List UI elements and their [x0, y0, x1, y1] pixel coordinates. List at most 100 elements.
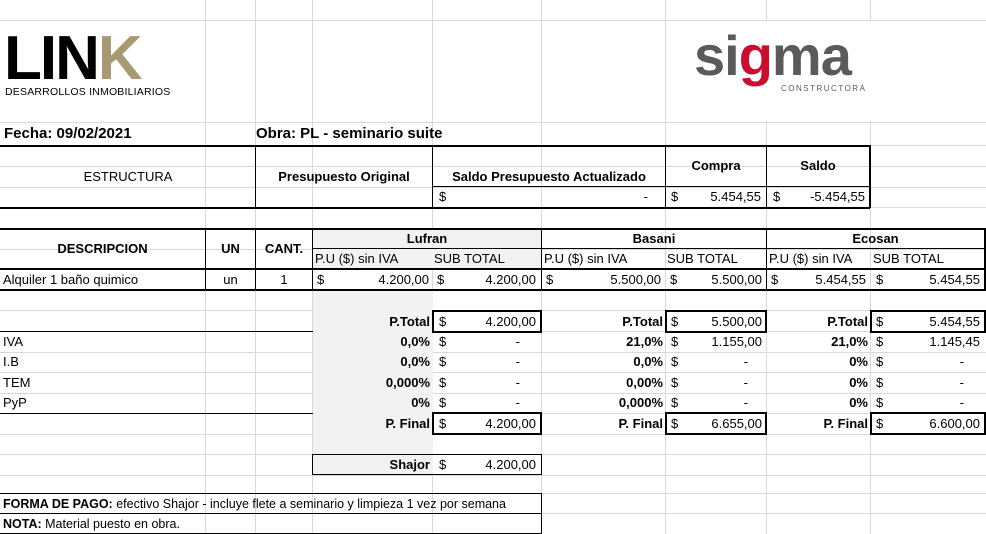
- lufran-pu-header: P.U ($) sin IVA: [315, 251, 399, 266]
- ecosan-pu-value: 5.454,55: [815, 272, 866, 287]
- un-header: UN: [221, 241, 240, 256]
- ecosan-tem-pct: 0%: [849, 375, 868, 390]
- basani-pfinal-value: 6.655,00: [711, 416, 762, 431]
- sigma-logo: sigma: [694, 24, 852, 87]
- ecosan-iva-amount: 1.145,45: [929, 334, 980, 349]
- ecosan-ib-cur: $: [876, 354, 884, 369]
- basani-tem-cur: $: [671, 375, 679, 390]
- ecosan-tem-amount: -: [959, 375, 964, 390]
- ecosan-ptotal-value: 5.454,55: [929, 314, 980, 329]
- lufran-tem-pct: 0,000%: [385, 375, 430, 390]
- link-logo: LINK: [4, 24, 143, 93]
- iva-label: IVA: [3, 334, 23, 349]
- basani-iva-pct: 21,0%: [626, 334, 663, 349]
- saldo-presupuesto-currency: $: [439, 189, 447, 204]
- ecosan-iva-pct: 21,0%: [831, 334, 868, 349]
- lufran-pu-currency: $: [317, 272, 325, 287]
- tem-label: TEM: [3, 375, 31, 390]
- lufran-sub-currency: $: [437, 272, 445, 287]
- forma-de-pago-note: FORMA DE PAGO: efectivo Shajor - incluye…: [3, 497, 506, 511]
- lufran-pfinal-label: P. Final: [385, 416, 430, 431]
- compra-header: Compra: [691, 158, 741, 173]
- lufran-sub-value: 4.200,00: [485, 272, 536, 287]
- ecosan-pfinal-currency: $: [876, 416, 884, 431]
- item-un: un: [223, 272, 238, 287]
- ecosan-ib-amount: -: [959, 354, 964, 369]
- basani-ib-cur: $: [671, 354, 679, 369]
- item-descripcion: Alquiler 1 baño quimico: [3, 272, 139, 287]
- sigma-logo-subtitle: CONSTRUCTORA: [781, 84, 867, 93]
- basani-ib-pct: 0,0%: [633, 354, 663, 369]
- ecosan-pyp-cur: $: [876, 395, 884, 410]
- lufran-pu-value: 4.200,00: [378, 272, 429, 287]
- basani-pyp-pct: 0,000%: [618, 395, 663, 410]
- basani-ptotal-currency: $: [671, 314, 679, 329]
- saldo-header: Saldo: [800, 158, 836, 173]
- lufran-tem-amount: -: [515, 375, 520, 390]
- saldo-presupuesto-value: -: [643, 189, 648, 204]
- lufran-pfinal-value: 4.200,00: [485, 416, 536, 431]
- provider-lufran-header: Lufran: [406, 231, 448, 246]
- lufran-ib-cur: $: [439, 354, 447, 369]
- fecha-label: Fecha: 09/02/2021: [4, 125, 132, 142]
- shajor-currency: $: [439, 457, 447, 472]
- pyp-label: PyP: [3, 395, 27, 410]
- ecosan-pfinal-label: P. Final: [823, 416, 868, 431]
- ecosan-sub-value: 5.454,55: [929, 272, 980, 287]
- basani-pfinal-currency: $: [671, 416, 679, 431]
- ecosan-ib-pct: 0%: [849, 354, 868, 369]
- lufran-ptotal-value: 4.200,00: [485, 314, 536, 329]
- lufran-iva-amount: -: [515, 334, 520, 349]
- obra-label: Obra: PL - seminario suite: [256, 125, 443, 142]
- shajor-label: Shajor: [389, 457, 430, 472]
- basani-sub-currency: $: [670, 272, 678, 287]
- ecosan-ptotal-currency: $: [876, 314, 884, 329]
- shajor-value: 4.200,00: [485, 457, 536, 472]
- lufran-pfinal-currency: $: [439, 416, 447, 431]
- lufran-ptotal-label: P.Total: [389, 314, 430, 329]
- saldo-presupuesto-header: Saldo Presupuesto Actualizado: [452, 169, 646, 184]
- ecosan-pyp-pct: 0%: [849, 395, 868, 410]
- cant-header: CANT.: [264, 241, 304, 256]
- item-cant: 1: [280, 272, 288, 287]
- basani-tem-pct: 0,00%: [626, 375, 663, 390]
- estructura-label: ESTRUCTURA: [83, 169, 173, 184]
- provider-ecosan-header: Ecosan: [852, 231, 899, 246]
- ecosan-pu-header: P.U ($) sin IVA: [769, 251, 853, 266]
- descripcion-header: DESCRIPCION: [57, 241, 148, 256]
- basani-pyp-cur: $: [671, 395, 679, 410]
- basani-ptotal-value: 5.500,00: [711, 314, 762, 329]
- lufran-ib-pct: 0,0%: [400, 354, 430, 369]
- ecosan-pyp-amount: -: [959, 395, 964, 410]
- lufran-iva-pct: 0,0%: [400, 334, 430, 349]
- compra-currency: $: [671, 189, 679, 204]
- lufran-subtotal-header: SUB TOTAL: [434, 251, 505, 266]
- ecosan-iva-cur: $: [876, 334, 884, 349]
- saldo-value: -5.454,55: [810, 189, 865, 204]
- basani-sub-value: 5.500,00: [711, 272, 762, 287]
- basani-pfinal-label: P. Final: [618, 416, 663, 431]
- basani-iva-amount: 1.155,00: [711, 334, 762, 349]
- presupuesto-original-header: Presupuesto Original: [278, 169, 410, 184]
- lufran-pyp-cur: $: [439, 395, 447, 410]
- lufran-ptotal-currency: $: [439, 314, 447, 329]
- lufran-pyp-pct: 0%: [411, 395, 430, 410]
- basani-tem-amount: -: [743, 375, 748, 390]
- basani-iva-cur: $: [671, 334, 679, 349]
- basani-pu-header: P.U ($) sin IVA: [544, 251, 628, 266]
- basani-ib-amount: -: [743, 354, 748, 369]
- compra-value: 5.454,55: [710, 189, 761, 204]
- lufran-ib-amount: -: [515, 354, 520, 369]
- link-logo-subtitle: DESARROLLOS INMOBILIARIOS: [5, 86, 171, 98]
- lufran-iva-cur: $: [439, 334, 447, 349]
- basani-ptotal-label: P.Total: [622, 314, 663, 329]
- basani-pu-currency: $: [546, 272, 554, 287]
- basani-pu-value: 5.500,00: [610, 272, 661, 287]
- nota-note: NOTA: Material puesto en obra.: [3, 517, 180, 531]
- lufran-pyp-amount: -: [515, 395, 520, 410]
- basani-pyp-amount: -: [743, 395, 748, 410]
- lufran-tem-cur: $: [439, 375, 447, 390]
- ecosan-tem-cur: $: [876, 375, 884, 390]
- ecosan-subtotal-header: SUB TOTAL: [873, 251, 944, 266]
- basani-subtotal-header: SUB TOTAL: [667, 251, 738, 266]
